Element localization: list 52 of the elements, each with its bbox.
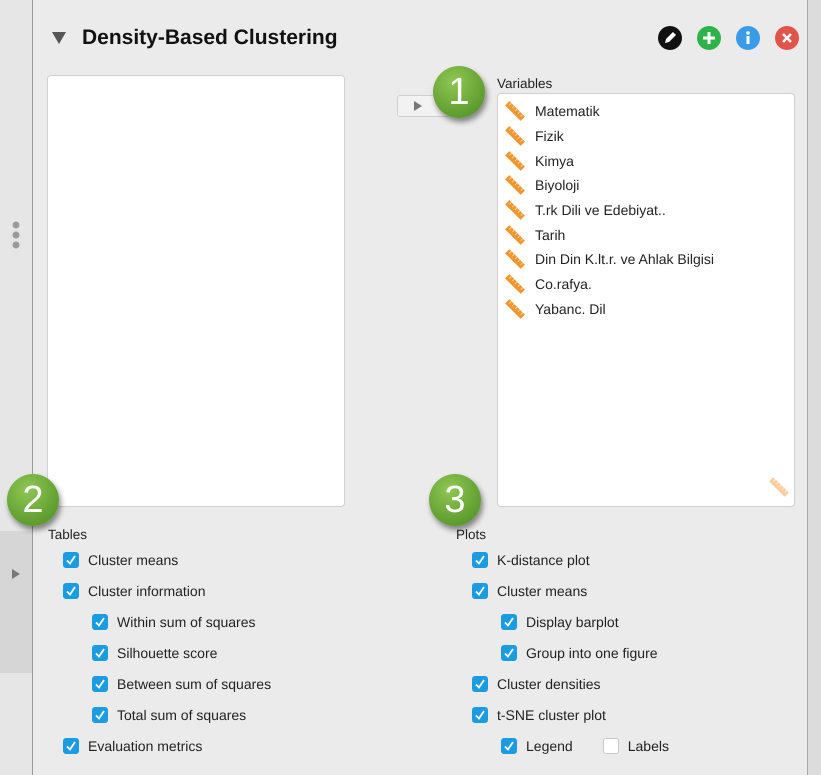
option-label: Display barplot xyxy=(526,614,619,630)
variable-item[interactable]: Fizik xyxy=(535,128,564,144)
option-label: Labels xyxy=(628,738,669,754)
variable-item[interactable]: Din Din K.lt.r. ve Ahlak Bilgisi xyxy=(535,251,714,268)
drag-handle-icon[interactable] xyxy=(12,221,20,249)
option-label: Cluster means xyxy=(88,552,178,568)
checkbox[interactable] xyxy=(92,706,108,722)
option-label: K-distance plot xyxy=(497,552,590,568)
arrow-icon xyxy=(414,101,422,111)
checkbox[interactable] xyxy=(63,738,79,754)
expand-arrow-icon xyxy=(12,569,20,579)
checkbox[interactable] xyxy=(472,552,488,568)
checkbox[interactable] xyxy=(501,614,517,630)
variable-item[interactable]: Kimya xyxy=(535,152,574,169)
checkbox[interactable] xyxy=(63,552,79,568)
variables-list[interactable]: Matematik Fizik Kimya Biyoloji T.rk Dili ve Edebiyat.. Tarih Din Din K.lt.r. ve Ahlak Bilgisi Co.rafya. Yabanc. Dil xyxy=(497,93,795,507)
checkbox[interactable] xyxy=(92,614,108,630)
checkbox[interactable] xyxy=(602,738,619,754)
add-icon[interactable] xyxy=(697,26,721,50)
option-label: t-SNE cluster plot xyxy=(497,706,606,722)
checkbox[interactable] xyxy=(472,676,488,692)
variable-item[interactable]: Tarih xyxy=(535,226,566,243)
option-label: Cluster information xyxy=(88,582,206,598)
option-label: Silhouette score xyxy=(117,644,218,660)
checkbox[interactable] xyxy=(92,644,108,660)
variable-item[interactable]: Yabanc. Dil xyxy=(535,300,606,317)
close-icon[interactable] xyxy=(775,26,799,50)
section-label: Tables xyxy=(48,526,88,544)
option-label: Cluster means xyxy=(497,582,588,598)
section-label: Plots xyxy=(456,526,488,544)
checkbox[interactable] xyxy=(92,676,108,692)
option-label: Group into one figure xyxy=(526,644,658,660)
option-label: Total sum of squares xyxy=(117,706,246,722)
checkbox[interactable] xyxy=(472,582,488,598)
option-label: Within sum of squares xyxy=(117,614,256,630)
checkbox[interactable] xyxy=(501,644,517,660)
collapse-triangle-icon[interactable] xyxy=(52,32,66,44)
option-label: Between sum of squares xyxy=(117,676,272,692)
variables-label: Variables xyxy=(497,75,554,93)
variable-item[interactable]: Biyoloji xyxy=(535,177,580,194)
variable-item[interactable]: Co.rafya. xyxy=(535,276,592,292)
variable-item[interactable]: T.rk Dili ve Edebiyat.. xyxy=(535,202,666,218)
checkbox[interactable] xyxy=(501,738,517,754)
checkbox[interactable] xyxy=(63,582,79,598)
option-label: Cluster densities xyxy=(497,676,600,692)
option-label: Evaluation metrics xyxy=(88,738,202,754)
edit-icon[interactable] xyxy=(658,26,682,50)
panel-title: Density-Based Clustering xyxy=(82,26,338,50)
variable-item[interactable]: Matematik xyxy=(535,103,600,120)
info-icon[interactable] xyxy=(736,26,760,50)
checkbox[interactable] xyxy=(472,706,488,722)
option-label: Legend xyxy=(526,738,573,754)
